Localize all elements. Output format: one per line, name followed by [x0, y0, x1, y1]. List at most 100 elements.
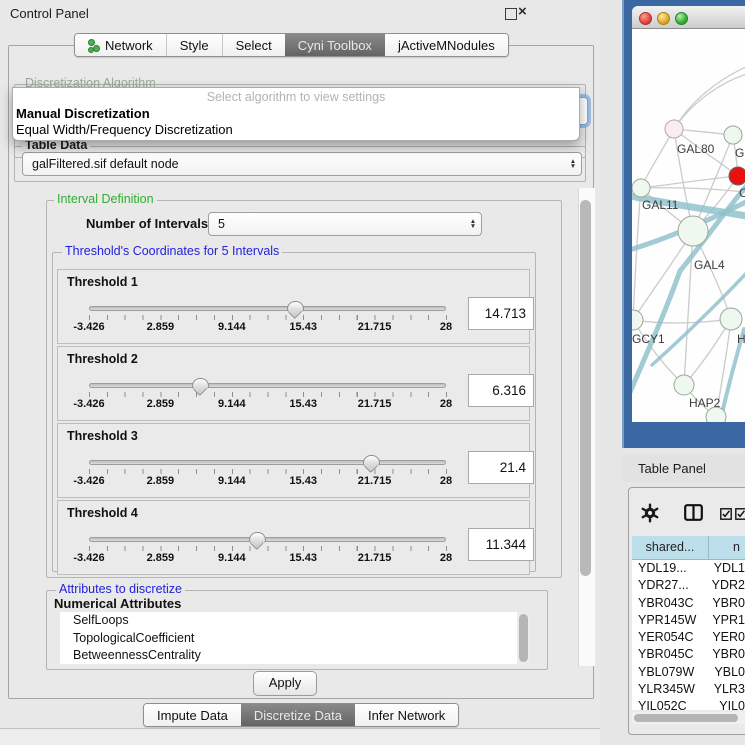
table-horizontal-scrollbar[interactable] [632, 712, 745, 724]
network-node[interactable] [678, 216, 708, 246]
threshold-sliders: Threshold 1-3.4262.8599.14415.4321.71528… [57, 269, 530, 577]
tab-cyni-toolbox[interactable]: Cyni Toolbox [285, 34, 385, 56]
network-view-canvas[interactable]: GAL80G.CGAL11GAL4GCY1HHAP2 [632, 29, 745, 422]
numerical-attributes-list[interactable]: SelfLoopsTopologicalCoefficientBetweenne… [60, 612, 517, 664]
tab-style[interactable]: Style [166, 34, 222, 56]
tab-jactivemnodules[interactable]: jActiveMNodules [385, 34, 508, 56]
network-node[interactable] [729, 167, 745, 185]
threshold-slider[interactable] [89, 460, 446, 465]
network-edge[interactable] [633, 319, 731, 323]
tab-network[interactable]: Network [75, 34, 166, 56]
split-columns-icon[interactable] [684, 504, 703, 526]
attribute-list-item[interactable]: BetweennessCentrality [60, 647, 517, 664]
threshold-panel: Threshold 3-3.4262.8599.14415.4321.71528… [57, 423, 530, 498]
scale-tick-label: 21.715 [358, 398, 392, 410]
network-edge[interactable] [633, 188, 641, 320]
network-window[interactable]: GAL80G.CGAL11GAL4GCY1HHAP2 [632, 6, 745, 422]
cell-name: YER0 [707, 629, 745, 646]
threshold-value-field[interactable]: 6.316 [468, 374, 534, 407]
slider-thumb[interactable] [287, 301, 304, 312]
scale-tick-label: 9.144 [218, 321, 246, 333]
slider-ticks [89, 546, 447, 551]
tab-label: Infer Network [368, 708, 445, 723]
scale-tick-label: 9.144 [218, 475, 246, 487]
table-row[interactable]: YER054CYER0 [632, 629, 745, 646]
slider-thumb[interactable] [363, 455, 380, 466]
column-header-name[interactable]: n [709, 536, 745, 559]
attributes-scrollbar-thumb[interactable] [519, 614, 528, 662]
network-edge[interactable] [674, 73, 745, 129]
table-row[interactable]: YBR045CYBR0 [632, 646, 745, 663]
threshold-slider[interactable] [89, 537, 446, 542]
attribute-list-item[interactable]: SelfLoops [60, 612, 517, 630]
slider-track[interactable] [89, 383, 446, 388]
table-row[interactable]: YDL19...YDL1 [632, 560, 745, 577]
scale-tick-label: 15.43 [289, 321, 317, 333]
threshold-panel: Threshold 4-3.4262.8599.14415.4321.71528… [57, 500, 530, 575]
scale-tick-label: 2.859 [147, 321, 175, 333]
tab-infer-network[interactable]: Infer Network [355, 704, 458, 726]
network-node[interactable] [665, 120, 683, 138]
tab-label: Select [236, 38, 272, 53]
table-row[interactable]: YIL052CYIL0 [632, 698, 745, 710]
tab-discretize-data[interactable]: Discretize Data [241, 704, 355, 726]
network-node[interactable] [632, 179, 650, 197]
control-panel-title: Control Panel [10, 6, 89, 21]
slider-thumb[interactable] [192, 378, 209, 389]
threshold-label: Threshold 3 [67, 429, 138, 443]
threshold-value-field[interactable]: 21.4 [468, 451, 534, 484]
apply-button[interactable]: Apply [253, 671, 317, 696]
table-row[interactable]: YLR345WYLR3 [632, 681, 745, 698]
scale-tick-label: 2.859 [147, 398, 175, 410]
slider-thumb[interactable] [249, 532, 266, 543]
network-window-titlebar[interactable] [632, 6, 745, 29]
threshold-slider[interactable] [89, 306, 446, 311]
attributes-list-scrollbar[interactable] [517, 612, 530, 664]
scale-tick-label: 21.715 [358, 321, 392, 333]
threshold-slider[interactable] [89, 383, 446, 388]
algorithm-option-manual[interactable]: Manual Discretization [16, 106, 150, 121]
tab-impute-data[interactable]: Impute Data [144, 704, 241, 726]
tab-label: Style [180, 38, 209, 53]
slider-track[interactable] [89, 460, 446, 465]
cell-name: YBR0 [707, 595, 745, 612]
window-zoom-icon[interactable] [675, 12, 688, 25]
number-of-intervals-combobox[interactable]: 5 ▲▼ [208, 212, 482, 236]
threshold-value-field[interactable]: 14.713 [468, 297, 534, 330]
network-node[interactable] [724, 126, 742, 144]
network-node[interactable] [720, 308, 742, 330]
table-scrollbar-thumb[interactable] [634, 714, 738, 722]
table-row[interactable]: YPR145WYPR1 [632, 612, 745, 629]
slider-track[interactable] [89, 306, 446, 311]
gear-icon[interactable] [640, 503, 660, 528]
tab-select[interactable]: Select [222, 34, 285, 56]
table-row[interactable]: YDR27...YDR2 [632, 577, 745, 594]
close-panel-icon[interactable]: × [518, 3, 527, 21]
window-minimize-icon[interactable] [657, 12, 670, 25]
checkbox-icon[interactable] [720, 507, 732, 525]
window-close-icon[interactable] [639, 12, 652, 25]
slider-track[interactable] [89, 537, 446, 542]
attribute-list-item[interactable]: TopologicalCoefficient [60, 630, 517, 648]
network-edge[interactable] [641, 176, 738, 188]
table-data-combobox[interactable]: galFiltered.sif default node ▲▼ [22, 152, 582, 176]
scale-tick-label: 15.43 [289, 552, 317, 564]
scale-tick-label: 9.144 [218, 398, 246, 410]
scale-tick-label: 15.43 [289, 398, 317, 410]
settings-scrollbar-thumb[interactable] [580, 200, 591, 576]
network-edge[interactable] [674, 65, 745, 129]
combo-stepper-icon: ▲▼ [465, 219, 481, 229]
screenshot-root: Control Panel × Network Style Select Cyni T… [0, 0, 745, 745]
network-edge[interactable] [641, 129, 674, 188]
checkbox-icon[interactable] [735, 507, 745, 525]
table-row[interactable]: YBL079WYBL0 [632, 664, 745, 681]
threshold-value-field[interactable]: 11.344 [468, 528, 534, 561]
algorithm-placeholder-option[interactable]: Select algorithm to view settings [13, 90, 579, 104]
network-node[interactable] [632, 310, 643, 330]
column-header-shared-name[interactable]: shared... [632, 536, 709, 559]
float-panel-icon[interactable] [505, 8, 517, 20]
network-node[interactable] [674, 375, 694, 395]
algorithm-option-equal-width[interactable]: Equal Width/Frequency Discretization [16, 122, 233, 137]
scale-tick-label: 9.144 [218, 552, 246, 564]
table-row[interactable]: YBR043CYBR0 [632, 595, 745, 612]
